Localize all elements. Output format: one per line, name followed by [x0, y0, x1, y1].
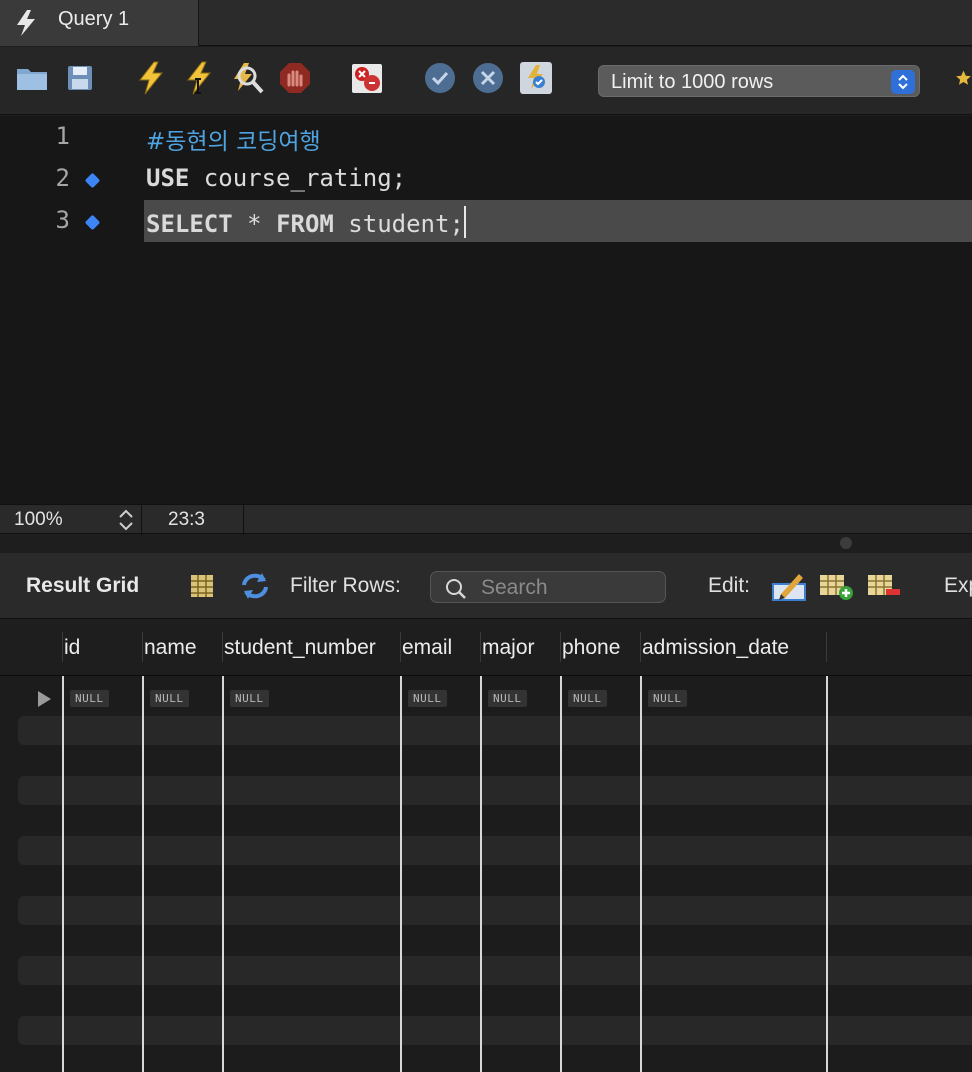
rollback-icon[interactable] — [471, 61, 505, 95]
column-header-admission-date[interactable]: admission_date — [642, 636, 789, 660]
editor-line: 3 SELECT * FROM student; — [0, 200, 972, 242]
explain-icon[interactable] — [230, 61, 264, 95]
column-header-major[interactable]: major — [482, 636, 535, 660]
stop-icon[interactable] — [278, 61, 312, 95]
editor-line: 1 #동현의 코딩여행 — [0, 116, 972, 158]
star-icon[interactable] — [955, 61, 972, 95]
delete-row-icon[interactable] — [866, 568, 902, 604]
null-cell[interactable]: NULL — [648, 690, 687, 707]
column-header-email[interactable]: email — [402, 636, 452, 660]
column-header-student-number[interactable]: student_number — [224, 636, 376, 660]
splitter-handle[interactable] — [840, 537, 852, 549]
header-divider — [142, 632, 143, 662]
execute-icon[interactable] — [134, 61, 168, 95]
line-number: 3 — [55, 206, 70, 234]
zoom-level: 100% — [14, 509, 63, 530]
header-divider — [62, 632, 63, 662]
result-toolbar: Result Grid Filter Rows: Search Edit: Ex… — [0, 553, 972, 619]
grid-layout-icon[interactable] — [184, 568, 220, 604]
query-toolbar: Limit to 1000 rows — [0, 47, 972, 115]
column-header-id[interactable]: id — [64, 636, 80, 660]
null-cell[interactable]: NULL — [408, 690, 447, 707]
column-divider — [400, 676, 402, 1072]
column-divider — [826, 676, 828, 1072]
add-row-icon[interactable] — [818, 568, 854, 604]
open-folder-icon[interactable] — [15, 61, 49, 95]
divider — [141, 505, 142, 535]
header-divider — [826, 632, 827, 662]
header-divider — [560, 632, 561, 662]
tab-bar: Query 1 — [0, 0, 972, 46]
tab-query-1[interactable]: Query 1 — [0, 0, 199, 46]
sql-editor[interactable]: 1 #동현의 코딩여행 2 USE course_rating; 3 SELEC… — [0, 116, 972, 504]
search-placeholder: Search — [481, 576, 548, 599]
edit-label: Edit: — [708, 574, 751, 597]
code-text: SELECT * FROM student; — [146, 206, 466, 238]
keyword-select: SELECT — [146, 210, 233, 238]
statement-marker-icon — [84, 172, 101, 189]
table-row[interactable] — [18, 836, 972, 865]
tab-title: Query 1 — [58, 8, 130, 30]
result-grid[interactable]: id name student_number email major phone… — [0, 620, 972, 1072]
table-row[interactable] — [18, 956, 972, 985]
edit-row-icon[interactable] — [771, 568, 807, 604]
table-row[interactable] — [18, 896, 972, 925]
column-divider — [62, 676, 64, 1072]
keyword-use: USE — [146, 164, 190, 192]
cursor-position: 23:3 — [168, 509, 205, 530]
filter-search-input[interactable]: Search — [430, 571, 666, 603]
divider — [243, 505, 244, 535]
limit-rows-select[interactable]: Limit to 1000 rows — [598, 65, 920, 97]
null-cell[interactable]: NULL — [230, 690, 269, 707]
text-caret — [463, 206, 466, 238]
header-divider — [480, 632, 481, 662]
code-rest: student; — [333, 210, 464, 238]
column-divider — [560, 676, 562, 1072]
select-arrows-icon — [891, 70, 915, 94]
statement-marker-icon — [84, 214, 101, 231]
column-divider — [640, 676, 642, 1072]
editor-status-bar: 100% 23:3 — [0, 504, 972, 535]
header-divider — [640, 632, 641, 662]
column-header-phone[interactable]: phone — [562, 636, 620, 660]
code-rest: course_rating; — [189, 164, 407, 192]
grid-header: id name student_number email major phone… — [0, 620, 972, 676]
zoom-stepper-icon[interactable] — [116, 508, 136, 532]
execute-current-icon[interactable] — [182, 61, 216, 95]
row-pointer-icon — [38, 691, 51, 707]
null-cell[interactable]: NULL — [568, 690, 607, 707]
comment-text: #동현의 코딩여행 — [146, 129, 321, 155]
column-divider — [480, 676, 482, 1072]
keyword-from: FROM — [276, 210, 334, 238]
column-divider — [142, 676, 144, 1072]
limit-rows-label: Limit to 1000 rows — [611, 71, 774, 93]
code-operator: * — [232, 210, 277, 238]
pane-splitter[interactable] — [0, 535, 972, 553]
commit-icon[interactable] — [423, 61, 457, 95]
table-row[interactable] — [18, 1016, 972, 1045]
line-number: 1 — [55, 122, 70, 150]
null-cell[interactable]: NULL — [488, 690, 527, 707]
header-divider — [400, 632, 401, 662]
lightning-icon — [14, 9, 38, 42]
result-grid-label: Result Grid — [26, 574, 140, 597]
search-icon — [445, 578, 467, 606]
toggle-error-stop-icon[interactable] — [350, 61, 384, 95]
table-row[interactable] — [18, 716, 972, 745]
null-cell[interactable]: NULL — [70, 690, 109, 707]
code-text: USE course_rating; — [146, 164, 406, 192]
refresh-icon[interactable] — [237, 568, 273, 604]
header-divider — [222, 632, 223, 662]
editor-line: 2 USE course_rating; — [0, 158, 972, 200]
line-number: 2 — [55, 164, 70, 192]
save-icon[interactable] — [63, 61, 97, 95]
table-row[interactable] — [18, 776, 972, 805]
null-cell[interactable]: NULL — [150, 690, 189, 707]
export-label: Exp — [944, 574, 972, 597]
column-divider — [222, 676, 224, 1072]
column-header-name[interactable]: name — [144, 636, 197, 660]
autocommit-icon[interactable] — [519, 61, 553, 95]
filter-rows-label: Filter Rows: — [290, 574, 401, 597]
